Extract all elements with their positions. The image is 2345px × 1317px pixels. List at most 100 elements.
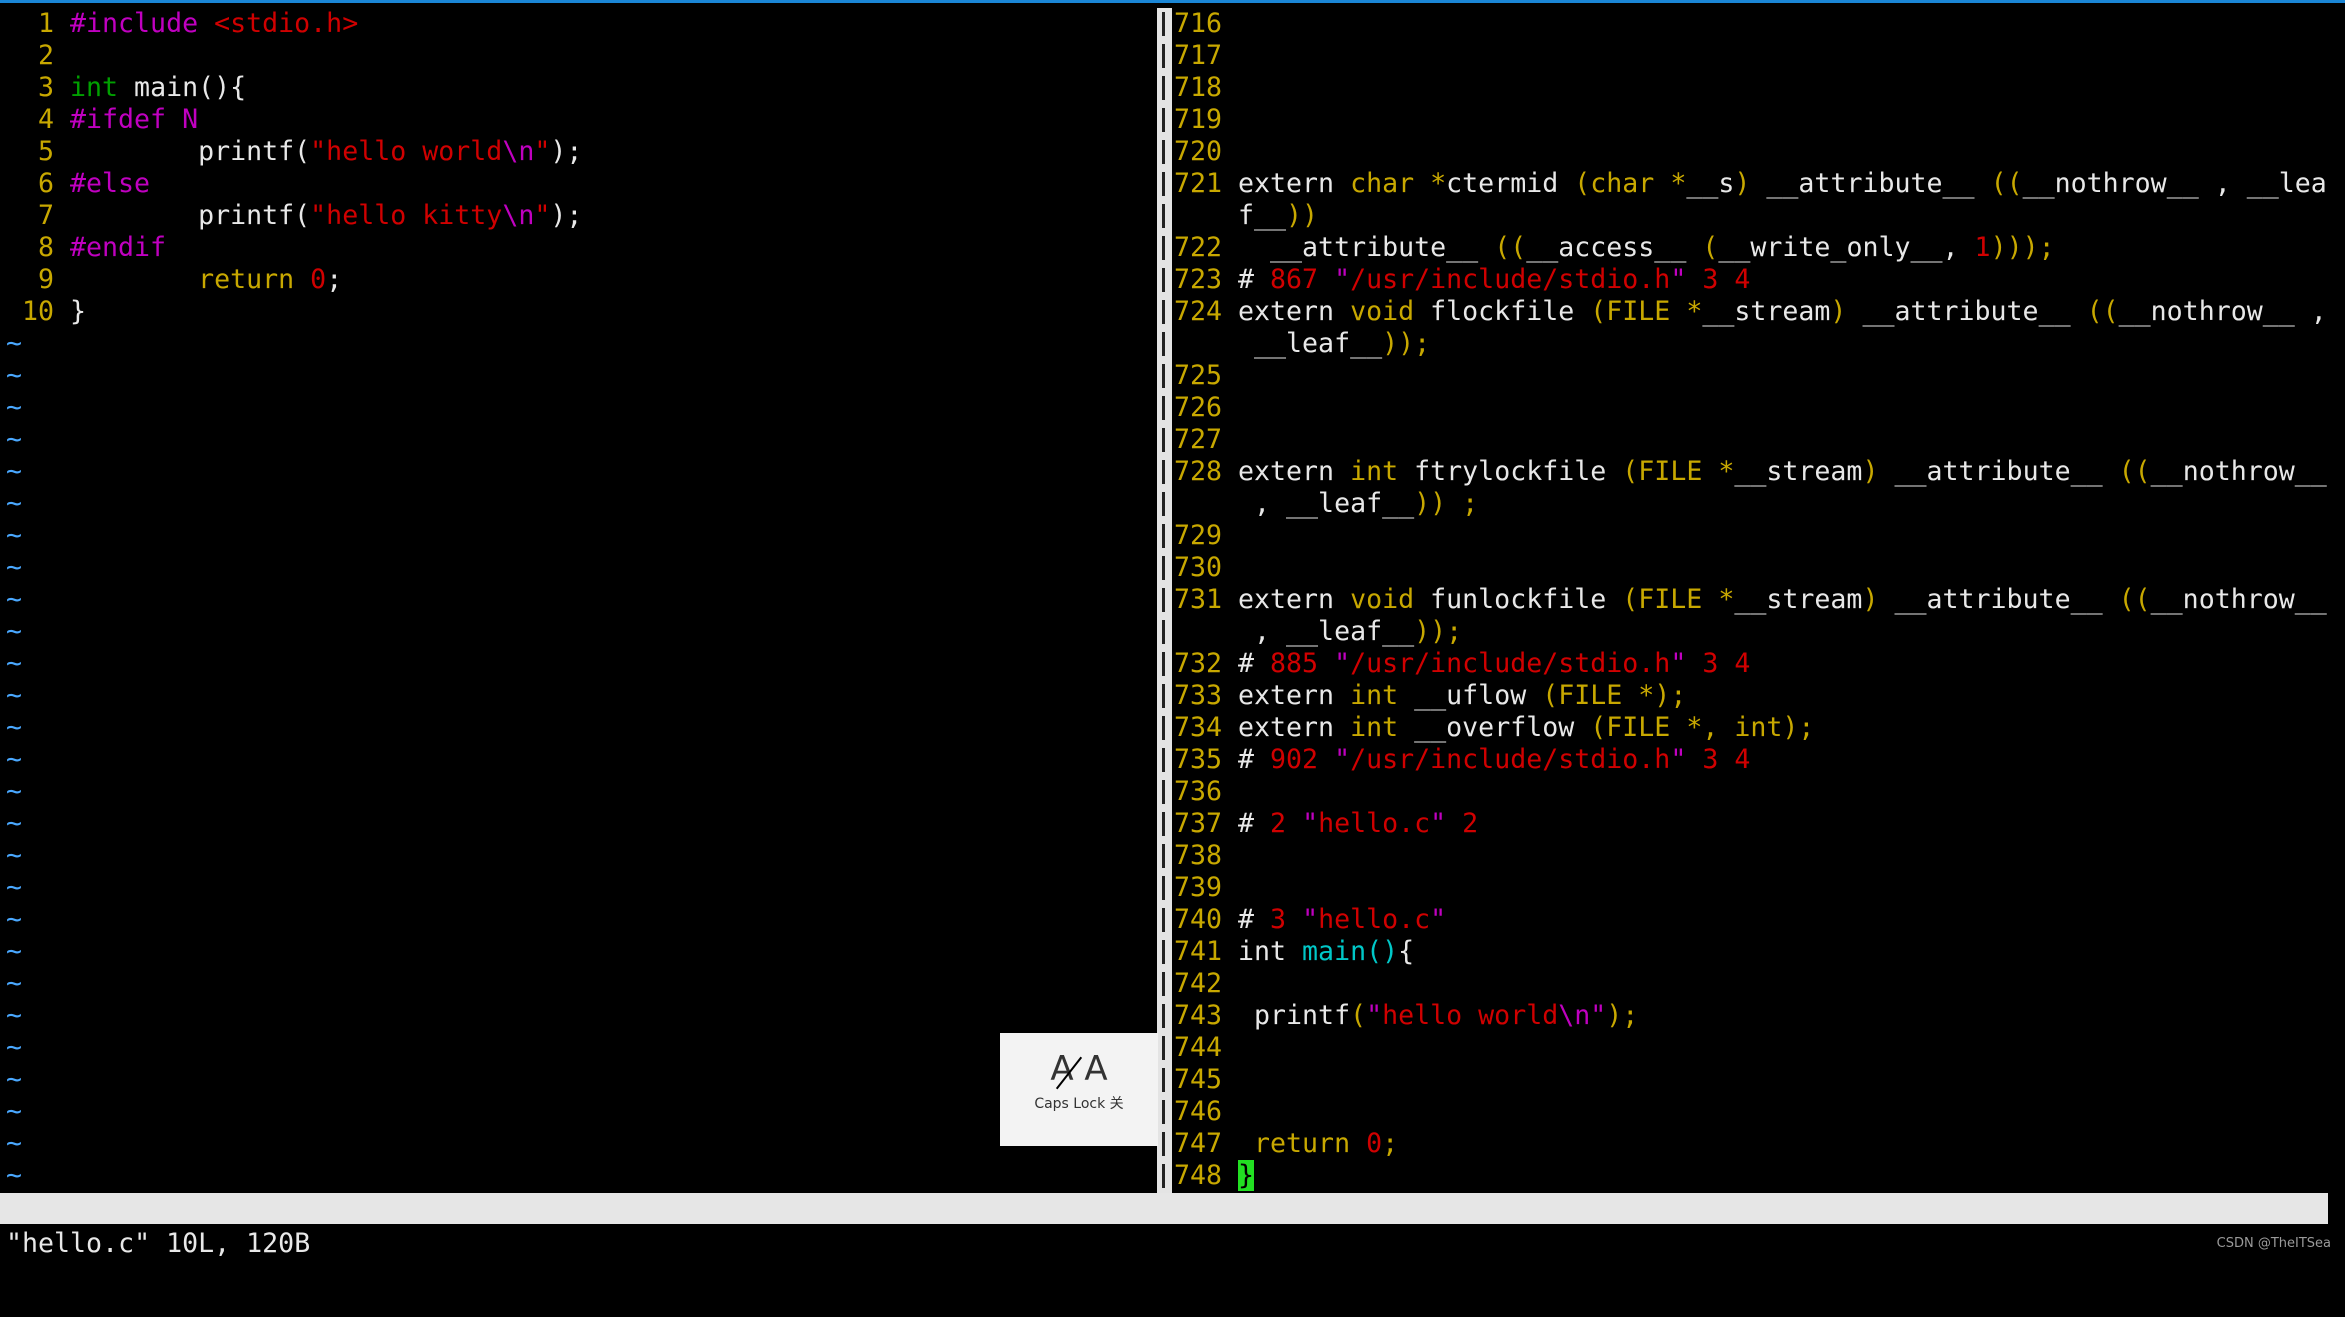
right-status-line: hello.i 748,1 Bot <box>1172 1193 2328 1317</box>
left-editor-pane[interactable]: 1 #include <stdio.h> 2 3 int main(){4 #ifdef … <box>6 8 1156 1192</box>
code-token: ) <box>1862 584 1879 615</box>
code-token: " <box>1430 904 1447 935</box>
code-token: main(){ <box>118 72 247 103</box>
line-number: 740 <box>1174 904 1223 935</box>
code-token: ) <box>1862 456 1879 487</box>
code-line: 728 extern int ftrylockfile (FILE *__stre… <box>1174 456 2327 488</box>
code-token: printf( <box>70 136 311 167</box>
code-line: 725 <box>1174 360 1238 392</box>
code-line: 731 extern void funlockfile (FILE *__stre… <box>1174 584 2327 616</box>
status-cursor-position: 1,1 <box>870 1255 919 1286</box>
code-line: 743 printf("hello world\n"); <box>1174 1000 1638 1032</box>
command-line[interactable]: "hello.c" 10L, 120B <box>6 1228 310 1260</box>
code-token: __stream <box>1734 584 1863 615</box>
code-token: __stream <box>1702 296 1831 327</box>
code-token: extern <box>1238 168 1351 199</box>
code-token: ); <box>550 200 583 231</box>
code-token: " <box>534 136 551 167</box>
code-token: " <box>1334 744 1351 775</box>
status-file-name: hello.i <box>1174 1224 1287 1255</box>
code-token: extern <box>1238 712 1351 743</box>
code-token: 2 <box>1270 808 1303 839</box>
caps-lock-off-icon: A A <box>1000 1049 1158 1093</box>
code-line: 740 # 3 "hello.c" <box>1174 904 1446 936</box>
code-token: (( <box>2086 296 2119 327</box>
code-line: 746 <box>1174 1096 1238 1128</box>
code-token: (FILE * <box>1622 456 1735 487</box>
code-token: hello world <box>1382 1000 1559 1031</box>
empty-line-tilde: ~ <box>6 808 23 839</box>
code-line: 724 extern void flockfile (FILE *__stream… <box>1174 296 2327 328</box>
code-line: 741 int main(){ <box>1174 936 1414 968</box>
code-token: ( <box>1702 232 1719 263</box>
right-editor-pane[interactable]: 716 717 718 719 720 721 extern char *ctermid (… <box>1174 8 2339 1192</box>
line-number: 731 <box>1174 584 1223 615</box>
vertical-split-separator[interactable] <box>1157 8 1172 1193</box>
empty-line-tilde: ~ <box>6 328 23 359</box>
code-line: 732 # 885 "/usr/include/stdio.h" 3 4 <box>1174 648 1750 680</box>
line-number: 737 <box>1174 808 1223 839</box>
line-number: 738 <box>1174 840 1223 871</box>
cursor: } <box>1238 1160 1255 1191</box>
line-number: 723 <box>1174 264 1223 295</box>
empty-line-tilde: ~ <box>6 936 23 967</box>
code-token: int <box>70 72 119 103</box>
code-line: 6 #else <box>6 168 150 200</box>
code-token: void <box>1350 584 1415 615</box>
code-token: (FILE *); <box>1542 680 1687 711</box>
code-line: 3 int main(){ <box>6 72 246 104</box>
code-token: (FILE *, int); <box>1590 712 1815 743</box>
line-number: 744 <box>1174 1032 1223 1063</box>
code-token: " <box>534 200 551 231</box>
code-token: 885 <box>1270 648 1335 679</box>
code-token: extern <box>1238 296 1351 327</box>
code-line: 723 # 867 "/usr/include/stdio.h" 3 4 <box>1174 264 1750 296</box>
code-token: (( <box>2118 584 2151 615</box>
status-scroll-position: Bot <box>2276 1286 2325 1317</box>
code-token: \n <box>1558 1000 1591 1031</box>
code-token: printf( <box>70 200 311 231</box>
code-token: __nothrow__ <box>2150 456 2327 487</box>
line-number: 748 <box>1174 1160 1223 1191</box>
code-token: __overflow <box>1398 712 1591 743</box>
line-number: 743 <box>1174 1000 1223 1031</box>
status-cursor-position: 748,1 <box>2037 1255 2118 1286</box>
code-token: int <box>1350 712 1399 743</box>
code-token: "hello world <box>310 136 503 167</box>
code-token: (char * <box>1574 168 1687 199</box>
code-token: (FILE * <box>1622 584 1735 615</box>
code-token: int <box>1350 456 1399 487</box>
empty-line-tilde: ~ <box>6 456 23 487</box>
code-token: , __leaf__ <box>1238 616 1415 647</box>
code-token: main() <box>1302 936 1399 967</box>
watermark: CSDN @TheITSea <box>2216 1236 2331 1251</box>
empty-line-tilde: ~ <box>6 1064 23 1095</box>
code-token: "hello kitty <box>310 200 503 231</box>
code-line: 720 <box>1174 136 1238 168</box>
empty-line-tilde: ~ <box>6 1032 23 1063</box>
code-token: 3 <box>1270 904 1303 935</box>
line-number: 6 <box>37 168 54 199</box>
line-number: 2 <box>37 40 54 71</box>
code-token: __uflow <box>1398 680 1543 711</box>
code-token: # <box>1238 904 1271 935</box>
wrapped-line: , __leaf__)) ; <box>1174 488 1478 520</box>
code-token: ))); <box>1990 232 2055 263</box>
code-line: 733 extern int __uflow (FILE *); <box>1174 680 1686 712</box>
code-line: 748} <box>1174 1160 1255 1192</box>
code-line: 735 # 902 "/usr/include/stdio.h" 3 4 <box>1174 744 1750 776</box>
code-token: return <box>70 264 311 295</box>
line-number: 735 <box>1174 744 1223 775</box>
line-number: 1 <box>37 8 54 39</box>
code-token: ); <box>1606 1000 1639 1031</box>
code-token: , __leaf__ <box>1238 488 1415 519</box>
code-token: ; <box>326 264 343 295</box>
line-number: 745 <box>1174 1064 1223 1095</box>
caps-lock-popup: A A Caps Lock 关 <box>1000 1033 1158 1146</box>
code-line: 727 <box>1174 424 1238 456</box>
code-token: ; <box>1382 1128 1399 1159</box>
code-line: 734 extern int __overflow (FILE *, int); <box>1174 712 1814 744</box>
line-number: 732 <box>1174 648 1223 679</box>
code-line: 1 #include <stdio.h> <box>6 8 358 40</box>
code-token: /usr/include/stdio.h <box>1350 264 1671 295</box>
